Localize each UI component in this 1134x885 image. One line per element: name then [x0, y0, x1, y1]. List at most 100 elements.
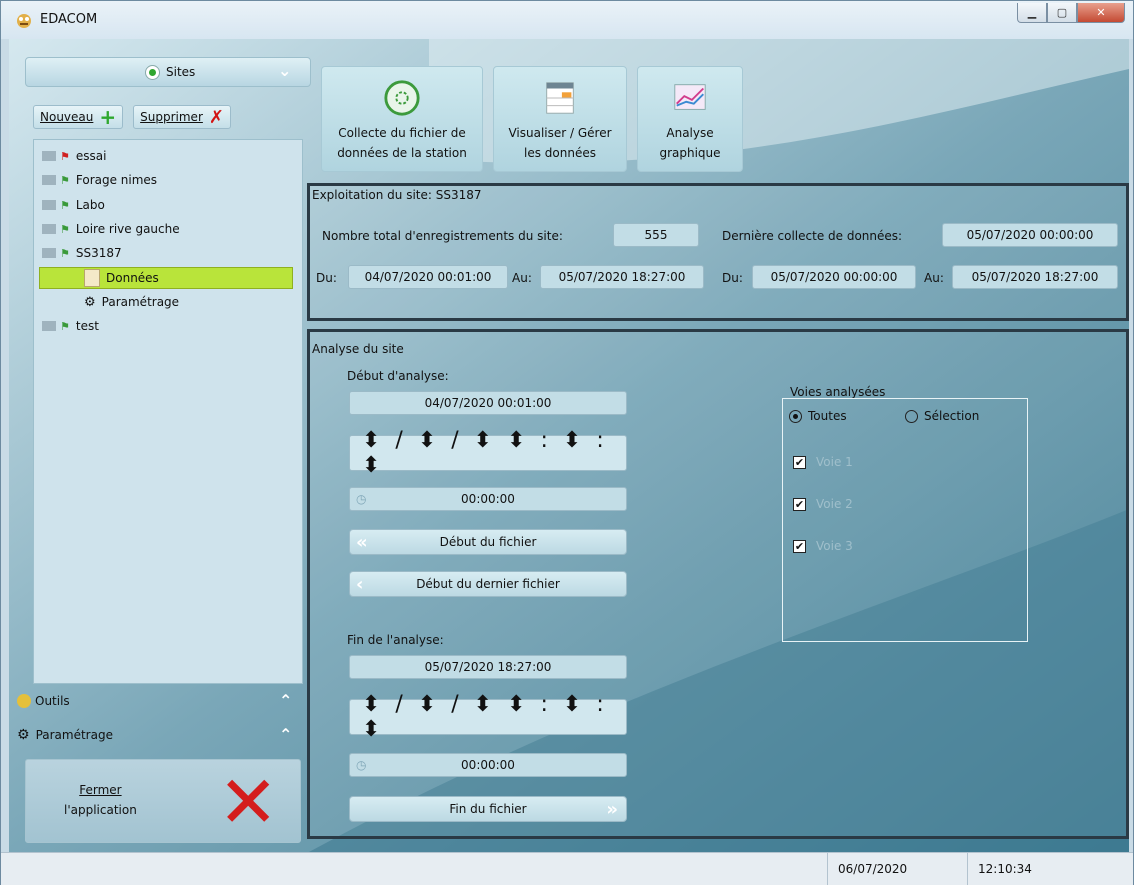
au2-label: Au: [924, 271, 944, 285]
radio-selection[interactable]: Sélection [905, 409, 979, 423]
close-application-button[interactable]: Fermer l'application ✕ [25, 759, 301, 843]
radio-all-label: Toutes [808, 409, 847, 423]
voies-panel: Toutes Sélection ✔ Voie 1 ✔ Voie 2 ✔ Voie 3 [782, 398, 1028, 642]
close-app-line1: Fermer [79, 783, 122, 797]
checkbox-checked-icon: ✔ [793, 498, 806, 511]
close-icon[interactable]: ✕ [1077, 3, 1125, 23]
view-data-button[interactable]: Visualiser / Gérer les données [493, 66, 627, 172]
last-file-start-button[interactable]: ‹ Début du dernier fichier [349, 571, 627, 597]
tree-item-loire[interactable]: ⚑ Loire rive gauche [42, 220, 180, 238]
chevron-up-icon[interactable]: ⌃ [279, 691, 292, 710]
sites-indicator-icon [145, 65, 160, 80]
folder-icon [42, 200, 56, 210]
tree-item-essai[interactable]: ⚑ essai [42, 147, 106, 165]
voie-2-label: Voie 2 [816, 497, 853, 511]
new-label: Nouveau [40, 110, 94, 124]
client-area: Sites ⌄ Nouveau + Supprimer ✗ ⚑ essai ⚑ Fo… [9, 39, 1129, 852]
voie-3-label: Voie 3 [816, 539, 853, 553]
tree-item-label: Données [106, 271, 159, 285]
double-chevron-right-icon: » [606, 798, 618, 820]
collect-file-button[interactable]: Collecte du fichier de données de la sta… [321, 66, 483, 172]
title-bar: EDACOM ▁ ▢ ✕ [1, 1, 1133, 39]
end-duration-field[interactable]: ◷ 00:00:00 [349, 753, 627, 777]
au2-value: 05/07/2020 18:27:00 [952, 265, 1118, 289]
delete-site-button[interactable]: Supprimer ✗ [133, 105, 231, 129]
au1-value: 05/07/2020 18:27:00 [540, 265, 704, 289]
view-line1: Visualiser / Gérer [508, 126, 612, 140]
collect-icon [384, 80, 420, 116]
delete-label: Supprimer [140, 110, 203, 124]
tree-item-forage-nimes[interactable]: ⚑ Forage nimes [42, 171, 157, 189]
tree-item-label: SS3187 [75, 246, 122, 260]
status-time: 12:10:34 [967, 853, 1131, 885]
tree-item-donnees[interactable]: Données [84, 269, 159, 287]
start-date-spinner[interactable]: ⬍ / ⬍ / ⬍ ⬍ : ⬍ : ⬍ [349, 428, 627, 478]
app-icon [17, 14, 31, 28]
document-icon [84, 269, 100, 287]
close-app-text: Fermer l'application [64, 780, 137, 820]
last-collect-value: 05/07/2020 00:00:00 [942, 223, 1118, 247]
voie-2-checkbox[interactable]: ✔ Voie 2 [793, 497, 853, 511]
end-analysis-value: 05/07/2020 18:27:00 [349, 655, 627, 679]
double-chevron-left-icon: « [356, 531, 368, 553]
window-title: EDACOM [40, 12, 98, 27]
close-app-line2: l'application [64, 803, 137, 817]
flag-icon: ⚑ [60, 198, 70, 212]
radio-all[interactable]: Toutes [789, 409, 847, 423]
du1-value: 04/07/2020 00:01:00 [348, 265, 508, 289]
tree-item-test[interactable]: ⚑ test [42, 317, 99, 335]
tree-selection-highlight [39, 267, 293, 289]
chevron-left-icon: ‹ [356, 573, 364, 595]
voie-1-checkbox[interactable]: ✔ Voie 1 [793, 455, 853, 469]
flag-icon: ⚑ [60, 246, 70, 260]
view-line2: les données [524, 146, 596, 160]
tree-item-parametrage[interactable]: ⚙ Paramétrage [84, 293, 179, 311]
gear-icon: ⚙ [17, 727, 30, 743]
file-end-button[interactable]: Fin du fichier » [349, 796, 627, 822]
folder-icon [42, 248, 56, 258]
delete-icon: ✗ [208, 106, 224, 128]
status-bar: 06/07/2020 12:10:34 [1, 852, 1133, 885]
checkbox-checked-icon: ✔ [793, 540, 806, 553]
start-duration-field[interactable]: ◷ 00:00:00 [349, 487, 627, 511]
table-icon [546, 82, 574, 114]
tree-item-labo[interactable]: ⚑ Labo [42, 196, 105, 214]
exploitation-title: Exploitation du site: SS3187 [312, 188, 482, 202]
sites-tree[interactable]: ⚑ essai ⚑ Forage nimes ⚑ Labo ⚑ Loire rive g… [33, 139, 303, 684]
collect-line2: données de la station [337, 146, 467, 160]
tree-item-label: essai [75, 149, 107, 163]
status-date: 06/07/2020 [827, 853, 967, 885]
clock-icon: ◷ [356, 758, 367, 772]
settings-section-header[interactable]: ⚙ Paramétrage ⌃ [17, 719, 301, 751]
tree-item-ss3187[interactable]: ⚑ SS3187 [42, 244, 122, 262]
start-analysis-label: Début d'analyse: [347, 369, 449, 383]
radio-selection-label: Sélection [924, 409, 980, 423]
graph-analysis-button[interactable]: Analyse graphique [637, 66, 743, 172]
voies-title: Voies analysées [790, 385, 886, 399]
chevron-up-icon[interactable]: ⌃ [279, 725, 292, 744]
sites-header[interactable]: Sites ⌄ [25, 57, 311, 87]
folder-icon [42, 151, 56, 161]
file-start-button[interactable]: « Début du fichier [349, 529, 627, 555]
voie-1-label: Voie 1 [816, 455, 853, 469]
voie-3-checkbox[interactable]: ✔ Voie 3 [793, 539, 853, 553]
new-site-button[interactable]: Nouveau + [33, 105, 124, 129]
start-duration-value: 00:00:00 [461, 492, 515, 506]
du1-label: Du: [316, 271, 337, 285]
minimize-icon[interactable]: ▁ [1017, 3, 1047, 23]
flag-icon: ⚑ [60, 149, 70, 163]
file-start-label: Début du fichier [439, 535, 537, 549]
end-date-spinner[interactable]: ⬍ / ⬍ / ⬍ ⬍ : ⬍ : ⬍ [349, 692, 627, 742]
clock-icon: ◷ [356, 492, 367, 506]
tools-section-header[interactable]: Outils ⌃ [17, 685, 301, 717]
analyse-line1: Analyse [666, 126, 714, 140]
radio-on-icon [789, 410, 802, 423]
start-analysis-value: 04/07/2020 00:01:00 [349, 391, 627, 415]
tools-icon [17, 694, 31, 708]
maximize-icon[interactable]: ▢ [1047, 3, 1077, 23]
flag-icon: ⚑ [60, 319, 70, 333]
end-analysis-label: Fin de l'analyse: [347, 633, 444, 647]
total-records-value: 555 [613, 223, 699, 247]
main-window: EDACOM ▁ ▢ ✕ Sites ⌄ Nouveau + Supprimer [0, 0, 1134, 885]
chevron-down-icon[interactable]: ⌄ [278, 61, 291, 80]
